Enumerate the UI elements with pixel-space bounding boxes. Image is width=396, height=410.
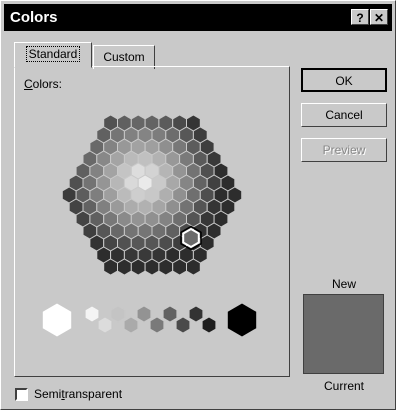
gray-hex[interactable] [84,305,100,323]
preview-button: Preview [301,138,387,162]
tab-standard-label: Standard [25,46,81,62]
color-hex[interactable] [117,258,132,276]
color-hex[interactable] [103,258,118,276]
gray-hex[interactable] [188,305,204,323]
colors-dialog: Colors ? ✕ Standard Custom Colors: OK Ca… [0,0,396,410]
close-button[interactable]: ✕ [370,9,388,25]
swatch-divider [303,294,384,295]
current-label: Current [323,379,364,393]
color-hex[interactable] [186,258,201,276]
new-color-swatch [303,294,384,374]
color-hex[interactable] [172,258,187,276]
gray-hex[interactable] [136,305,152,323]
selected-color-hex[interactable] [182,227,200,249]
ok-button[interactable]: OK [301,68,387,92]
gray-hex[interactable] [149,316,165,334]
gray-hex[interactable] [201,316,217,334]
gray-hex[interactable] [123,316,139,334]
color-hex[interactable] [144,258,160,276]
new-label: New [331,277,356,291]
white-hex[interactable] [41,302,73,338]
gray-hex[interactable] [110,305,126,323]
gray-hex[interactable] [162,305,178,323]
semitransparent-label[interactable]: Semitransparent [34,387,122,401]
color-hex[interactable] [158,258,174,276]
color-hex[interactable] [130,258,146,276]
standard-panel: Colors: [14,66,290,377]
help-button[interactable]: ? [351,9,369,25]
tab-standard[interactable]: Standard [14,42,92,68]
gray-hex[interactable] [97,316,113,334]
gray-hex[interactable] [175,316,191,334]
black-hex[interactable] [226,302,258,338]
semitransparent-checkbox[interactable] [15,388,28,401]
cancel-button[interactable]: Cancel [301,103,387,127]
